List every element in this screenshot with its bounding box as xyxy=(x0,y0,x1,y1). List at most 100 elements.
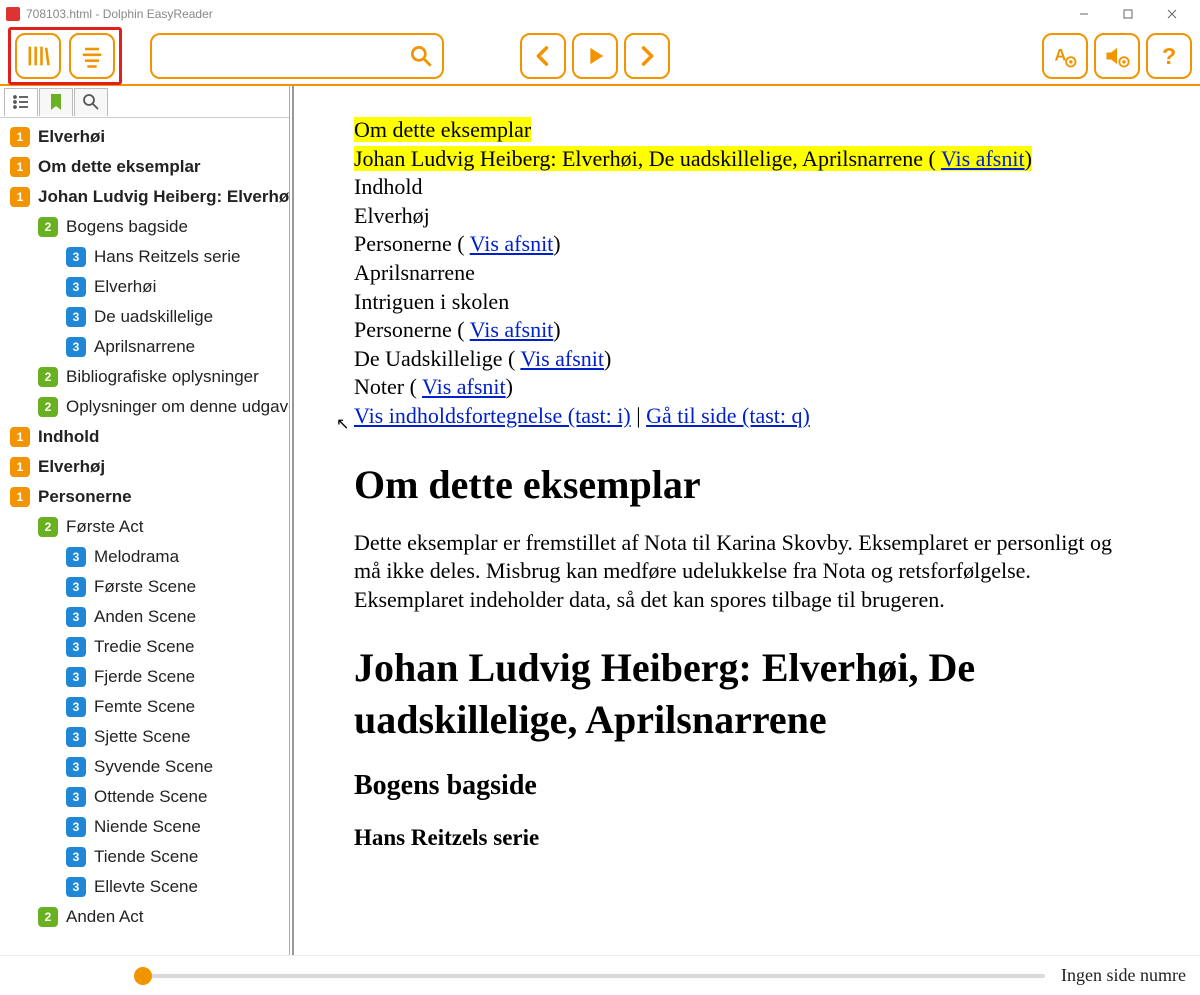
tree-item[interactable]: 2Anden Act xyxy=(4,902,289,932)
tree-item[interactable]: 3Aprilsnarrene xyxy=(4,332,289,362)
tree-item[interactable]: 3Anden Scene xyxy=(4,602,289,632)
tree-item[interactable]: 1Elverhøi xyxy=(4,122,289,152)
tree-item[interactable]: 2Bibliografiske oplysninger xyxy=(4,362,289,392)
toc-line: Indhold xyxy=(354,173,1140,202)
level-badge: 3 xyxy=(66,307,86,327)
level-badge: 3 xyxy=(66,757,86,777)
tree-item-label: Første Act xyxy=(66,517,143,537)
tree-item[interactable]: 3 Ottende Scene xyxy=(4,782,289,812)
tree-item[interactable]: 3 Første Scene xyxy=(4,572,289,602)
tree-item-label: Første Scene xyxy=(94,577,196,597)
tree-item-label: Elverhøi xyxy=(38,127,105,147)
tree-item-label: Ottende Scene xyxy=(94,787,207,807)
level-badge: 3 xyxy=(66,667,86,687)
level-badge: 3 xyxy=(66,787,86,807)
tree-item[interactable]: 2Første Act xyxy=(4,512,289,542)
toc-line: De Uadskillelige ( Vis afsnit) xyxy=(354,345,1140,374)
level-badge: 3 xyxy=(66,637,86,657)
tree-item-label: Aprilsnarrene xyxy=(94,337,195,357)
tree-item[interactable]: 1Om dette eksemplar xyxy=(4,152,289,182)
show-section-link[interactable]: Vis afsnit xyxy=(941,146,1025,171)
tree-item[interactable]: 3Melodrama xyxy=(4,542,289,572)
next-button[interactable] xyxy=(624,33,670,79)
minimize-button[interactable] xyxy=(1062,0,1106,28)
slider-thumb[interactable] xyxy=(134,967,152,985)
show-section-link[interactable]: Vis afsnit xyxy=(470,231,554,256)
show-section-link[interactable]: Vis afsnit xyxy=(422,374,506,399)
close-button[interactable] xyxy=(1150,0,1194,28)
page-number-label: Ingen side numre xyxy=(1061,965,1186,986)
body-paragraph: Dette eksemplar er fremstillet af Nota t… xyxy=(354,529,1140,615)
search-group xyxy=(150,33,444,79)
tab-search[interactable] xyxy=(74,88,108,116)
tree-item[interactable]: 3Sjette Scene xyxy=(4,722,289,752)
tree-item[interactable]: 3Ellevte Scene xyxy=(4,872,289,902)
tree-item-label: Johan Ludvig Heiberg: Elverhøi, De uadsk… xyxy=(38,187,289,207)
level-badge: 1 xyxy=(10,487,30,507)
tree-item[interactable]: 1Elverhøj xyxy=(4,452,289,482)
level-badge: 2 xyxy=(38,397,58,417)
tab-bookmarks[interactable] xyxy=(39,88,73,116)
tree-item-label: De uadskillelige xyxy=(94,307,213,327)
tree-item[interactable]: 3 Syvende Scene xyxy=(4,752,289,782)
position-slider[interactable] xyxy=(134,974,1045,978)
heading-2: Bogens bagside xyxy=(354,768,1140,804)
app-icon xyxy=(6,7,20,21)
tree-item[interactable]: 3Tiende Scene xyxy=(4,842,289,872)
svg-text:?: ? xyxy=(1162,43,1176,69)
toc-line: Intriguen i skolen xyxy=(354,288,1140,317)
level-badge: 3 xyxy=(66,727,86,747)
tree-item-label: Tredie Scene xyxy=(94,637,194,657)
tree-item[interactable]: 3Niende Scene xyxy=(4,812,289,842)
goto-page-link[interactable]: Gå til side (tast: q) xyxy=(646,403,810,428)
tree-item-label: Melodrama xyxy=(94,547,179,567)
toc-line: Personerne ( Vis afsnit) xyxy=(354,230,1140,259)
navigation-tree[interactable]: 1Elverhøi1Om dette eksemplar1Johan Ludvi… xyxy=(0,118,289,955)
maximize-button[interactable] xyxy=(1106,0,1150,28)
library-button[interactable] xyxy=(15,33,61,79)
level-badge: 3 xyxy=(66,607,86,627)
text-settings-button[interactable]: A xyxy=(1042,33,1088,79)
tab-headings[interactable] xyxy=(4,88,38,116)
prev-button[interactable] xyxy=(520,33,566,79)
level-badge: 3 xyxy=(66,577,86,597)
footer-bar: Ingen side numre xyxy=(0,955,1200,995)
tree-item[interactable]: 2 Oplysninger om denne udgave xyxy=(4,392,289,422)
tree-item-label: Fjerde Scene xyxy=(94,667,195,687)
window-title: 708103.html - Dolphin EasyReader xyxy=(26,7,1062,21)
tree-item[interactable]: 3Elverhøi xyxy=(4,272,289,302)
tree-item[interactable]: 3 Femte Scene xyxy=(4,692,289,722)
show-section-link[interactable]: Vis afsnit xyxy=(520,346,604,371)
tree-item[interactable]: 2Bogens bagside xyxy=(4,212,289,242)
level-badge: 1 xyxy=(10,187,30,207)
tree-item-label: Elverhøj xyxy=(38,457,105,477)
level-badge: 3 xyxy=(66,697,86,717)
help-button[interactable]: ? xyxy=(1146,33,1192,79)
tree-item-label: Femte Scene xyxy=(94,697,195,717)
tree-item[interactable]: 3 Fjerde Scene xyxy=(4,662,289,692)
tree-item-label: Hans Reitzels serie xyxy=(94,247,240,267)
search-button[interactable] xyxy=(400,33,444,79)
search-input[interactable] xyxy=(150,33,400,79)
settings-group: A ? xyxy=(1042,33,1192,79)
tree-item[interactable]: 3Hans Reitzels serie xyxy=(4,242,289,272)
tree-item[interactable]: 1Personerne xyxy=(4,482,289,512)
nav-links: Vis indholdsfortegnelse (tast: i) | Gå t… xyxy=(354,402,1140,431)
level-badge: 1 xyxy=(10,157,30,177)
tree-item[interactable]: 1 Johan Ludvig Heiberg: Elverhøi, De uads… xyxy=(4,182,289,212)
tree-item-label: Elverhøi xyxy=(94,277,156,297)
tree-item[interactable]: 3 Tredie Scene xyxy=(4,632,289,662)
show-toc-link[interactable]: Vis indholdsfortegnelse (tast: i) xyxy=(354,403,631,428)
audio-settings-button[interactable] xyxy=(1094,33,1140,79)
play-button[interactable] xyxy=(572,33,618,79)
show-section-link[interactable]: Vis afsnit xyxy=(470,317,554,342)
tree-item[interactable]: 1Indhold xyxy=(4,422,289,452)
toc-button[interactable] xyxy=(69,33,115,79)
tree-item-label: Oplysninger om denne udgave xyxy=(66,397,289,417)
svg-text:A: A xyxy=(1055,47,1067,65)
tree-item-label: Syvende Scene xyxy=(94,757,213,777)
heading-3: Hans Reitzels serie xyxy=(354,823,1140,853)
reading-pane[interactable]: Om dette eksemplar Johan Ludvig Heiberg:… xyxy=(294,86,1200,955)
tree-item[interactable]: 3 De uadskillelige xyxy=(4,302,289,332)
level-badge: 2 xyxy=(38,367,58,387)
